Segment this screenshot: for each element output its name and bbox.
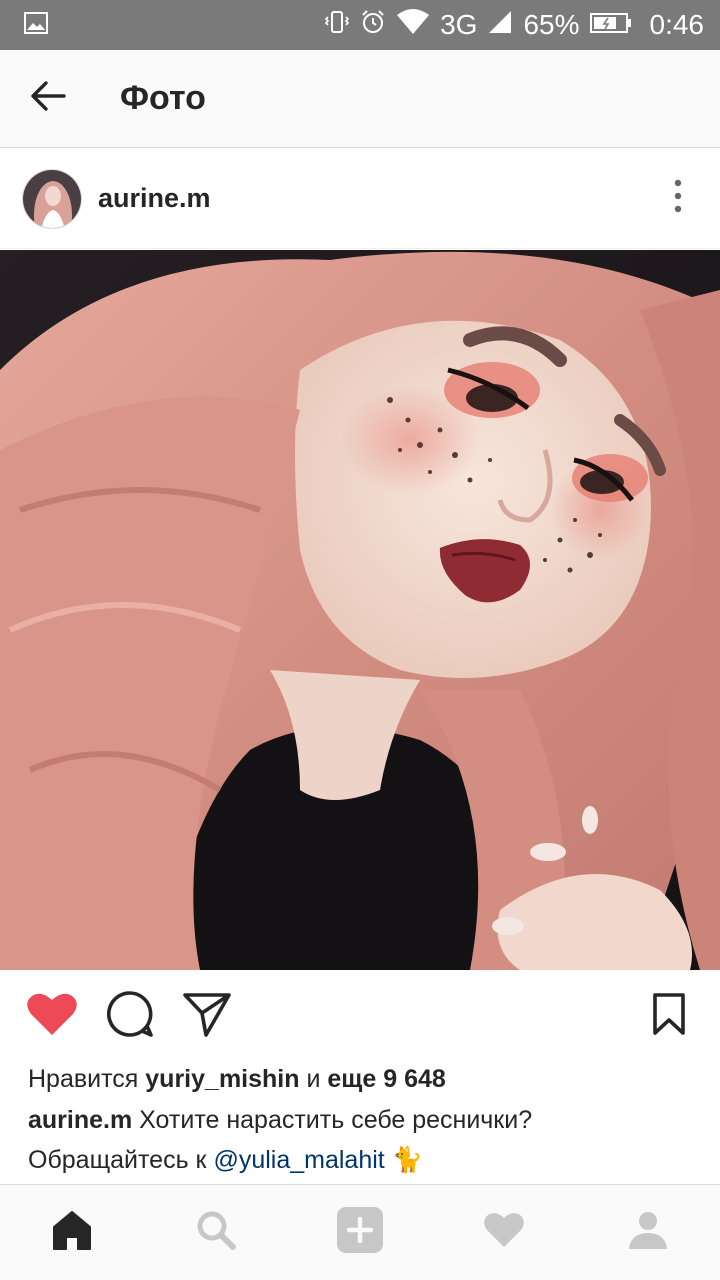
profile-icon [627,1209,669,1256]
network-type: 3G [440,9,478,40]
likes-connector: и [306,1065,321,1093]
post-caption: aurine.m Хотите нарастить себе реснички?… [28,1100,692,1180]
likes-prefix: Нравится [28,1065,139,1093]
heart-icon [26,991,78,1042]
post-photo[interactable] [0,250,720,970]
caption-mention[interactable]: @yulia_malahit [213,1146,384,1174]
nav-search[interactable] [176,1193,256,1273]
caption-text-line2: Обращайтесь к [28,1146,207,1174]
save-button[interactable] [652,986,686,1046]
like-button[interactable] [26,986,78,1046]
vibrate-icon [324,9,350,42]
more-vertical-icon [674,179,682,218]
comment-button[interactable] [106,986,154,1046]
caption-author[interactable]: aurine.m [28,1106,132,1134]
likes-summary: Нравится yuriy_mishin и еще 9 648 [28,1060,692,1098]
arrow-left-icon [30,80,66,117]
signal-icon [487,9,513,42]
page-title: Фото [120,79,206,117]
likes-count-link[interactable]: еще 9 648 [327,1065,445,1093]
battery-icon [589,9,632,41]
nav-add-post[interactable] [320,1193,400,1273]
liker-username[interactable]: yuriy_mishin [145,1065,299,1093]
status-bar: 3G 65% 0:46 [0,0,720,50]
more-options-button[interactable] [658,169,698,229]
post-username[interactable]: aurine.m [98,183,658,214]
bookmark-icon [652,992,686,1041]
clock: 0:46 [649,9,705,40]
nav-profile[interactable] [608,1193,688,1273]
post-actions [0,970,720,1062]
share-icon [182,991,232,1042]
nav-activity[interactable] [464,1193,544,1273]
share-button[interactable] [182,986,232,1046]
cat-emoji: 🐈 [391,1146,423,1174]
home-icon [50,1209,94,1256]
avatar[interactable] [22,168,82,229]
battery-percent: 65% [523,9,580,40]
activity-heart-icon [483,1211,525,1254]
alarm-icon [360,9,386,42]
post-header: aurine.m [0,149,720,249]
add-post-icon [336,1206,384,1259]
nav-home[interactable] [32,1193,112,1273]
bottom-nav [0,1184,720,1280]
caption-text-line1: Хотите нарастить себе реснички? [139,1106,533,1134]
search-icon [195,1209,237,1256]
image-icon [24,11,48,39]
back-button[interactable] [0,50,96,148]
wifi-icon [396,8,430,42]
app-bar: Фото [0,50,720,148]
comment-icon [106,990,154,1043]
